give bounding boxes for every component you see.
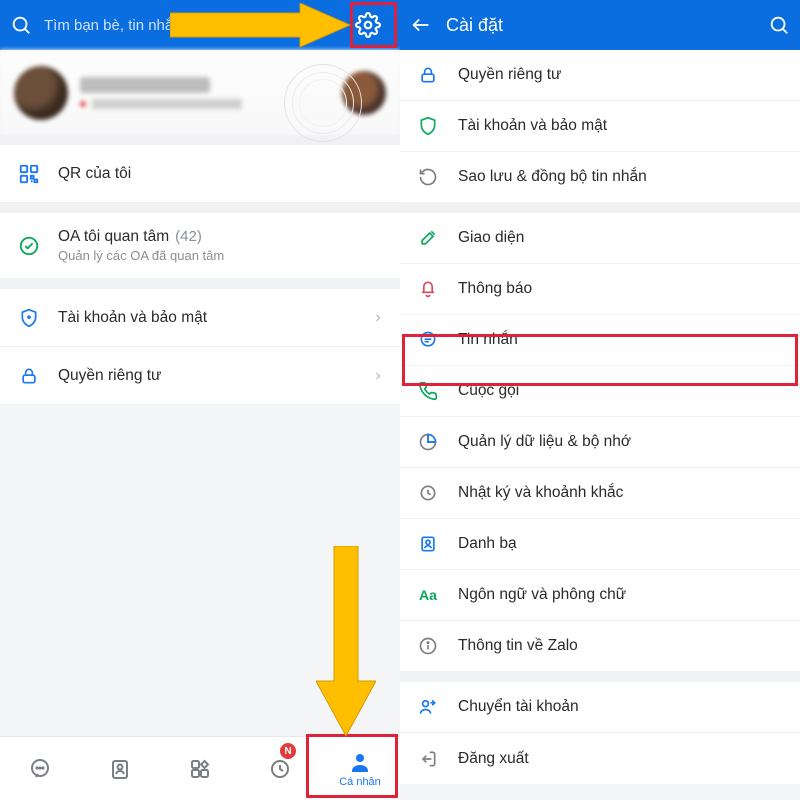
settings-data[interactable]: Quản lý dữ liệu & bộ nhớ <box>400 417 800 468</box>
nav-contacts[interactable] <box>80 737 160 800</box>
backup-icon <box>416 167 440 187</box>
font-icon: Aa <box>416 587 440 603</box>
search-icon[interactable] <box>768 14 790 36</box>
phone-right-settings: Cài đặt Quyền riêng tư Tài khoản và bảo … <box>400 0 800 800</box>
back-button[interactable] <box>410 14 432 36</box>
settings-label: Đăng xuất <box>458 750 529 768</box>
clock-icon <box>416 483 440 503</box>
lock-icon <box>416 65 440 85</box>
avatar-secondary <box>342 71 386 115</box>
settings-label: Danh bạ <box>458 535 517 553</box>
nav-personal[interactable]: Cá nhân <box>320 737 400 800</box>
settings-label: Giao diện <box>458 229 524 247</box>
info-icon <box>416 636 440 656</box>
lock-icon <box>16 366 42 386</box>
chevron-right-icon <box>372 312 384 324</box>
settings-diary[interactable]: Nhật ký và khoảnh khắc <box>400 468 800 519</box>
settings-button[interactable] <box>346 3 390 47</box>
settings-calls[interactable]: Cuộc gọi <box>400 366 800 417</box>
row-oa[interactable]: OA tôi quan tâm (42) Quản lý các OA đã qu… <box>0 213 400 279</box>
bell-icon <box>416 279 440 299</box>
row-label: Quyền riêng tư <box>58 367 161 385</box>
logout-icon <box>416 749 440 769</box>
qr-icon <box>16 163 42 185</box>
settings-label: Chuyển tài khoản <box>458 698 579 716</box>
avatar <box>14 66 68 120</box>
row-sublabel: Quản lý các OA đã quan tâm <box>58 248 224 263</box>
phone-left-profile: Tìm bạn bè, tin nhắn... QR của tôi <box>0 0 400 800</box>
piechart-icon <box>416 432 440 452</box>
settings-language[interactable]: Aa Ngôn ngữ và phông chữ <box>400 570 800 621</box>
topbar-left: Tìm bạn bè, tin nhắn... <box>0 0 400 50</box>
settings-about[interactable]: Thông tin về Zalo <box>400 621 800 672</box>
settings-contacts[interactable]: Danh bạ <box>400 519 800 570</box>
gear-icon <box>355 12 381 38</box>
settings-label: Ngôn ngữ và phông chữ <box>458 586 626 604</box>
row-account-security[interactable]: Tài khoản và bảo mật <box>0 289 400 347</box>
nav-timeline[interactable]: N <box>240 737 320 800</box>
nav-discover[interactable] <box>160 737 240 800</box>
settings-label: Quyền riêng tư <box>458 66 561 84</box>
phone-icon <box>416 381 440 401</box>
shield-icon <box>16 308 42 328</box>
settings-label: Tin nhắn <box>458 331 518 349</box>
settings-notifications[interactable]: Thông báo <box>400 264 800 315</box>
bottom-nav: N Cá nhân <box>0 736 400 800</box>
oa-count: (42) <box>175 228 202 245</box>
settings-label: Thông tin về Zalo <box>458 637 578 655</box>
settings-label: Cuộc gọi <box>458 382 519 400</box>
topbar-right: Cài đặt <box>400 0 800 50</box>
nav-badge: N <box>280 743 296 759</box>
chevron-right-icon <box>372 370 384 382</box>
settings-account[interactable]: Tài khoản và bảo mật <box>400 101 800 152</box>
row-privacy[interactable]: Quyền riêng tư <box>0 347 400 405</box>
oa-icon <box>16 235 42 257</box>
nav-label: Cá nhân <box>339 776 381 788</box>
contacts-icon <box>416 534 440 554</box>
settings-privacy[interactable]: Quyền riêng tư <box>400 50 800 101</box>
shield-icon <box>416 116 440 136</box>
brush-icon <box>416 228 440 248</box>
settings-label: Quản lý dữ liệu & bộ nhớ <box>458 433 631 451</box>
row-label: Tài khoản và bảo mật <box>58 309 207 327</box>
row-label: OA tôi quan tâm <box>58 228 169 245</box>
message-icon <box>416 330 440 350</box>
settings-label: Tài khoản và bảo mật <box>458 117 607 135</box>
nav-messages[interactable] <box>0 737 80 800</box>
settings-switch-account[interactable]: Chuyển tài khoản <box>400 682 800 733</box>
settings-label: Nhật ký và khoảnh khắc <box>458 484 623 502</box>
row-label: QR của tôi <box>58 165 131 183</box>
settings-logout[interactable]: Đăng xuất <box>400 733 800 784</box>
settings-label: Sao lưu & đồng bộ tin nhắn <box>458 168 647 186</box>
search-icon[interactable] <box>10 14 32 36</box>
switch-user-icon <box>416 697 440 717</box>
search-input[interactable]: Tìm bạn bè, tin nhắn... <box>44 17 346 34</box>
settings-theme[interactable]: Giao diện <box>400 213 800 264</box>
settings-backup[interactable]: Sao lưu & đồng bộ tin nhắn <box>400 152 800 203</box>
profile-header-blurred[interactable] <box>0 50 400 135</box>
settings-label: Thông báo <box>458 280 532 298</box>
settings-messages[interactable]: Tin nhắn <box>400 315 800 366</box>
row-my-qr[interactable]: QR của tôi <box>0 145 400 203</box>
page-title: Cài đặt <box>446 15 768 36</box>
